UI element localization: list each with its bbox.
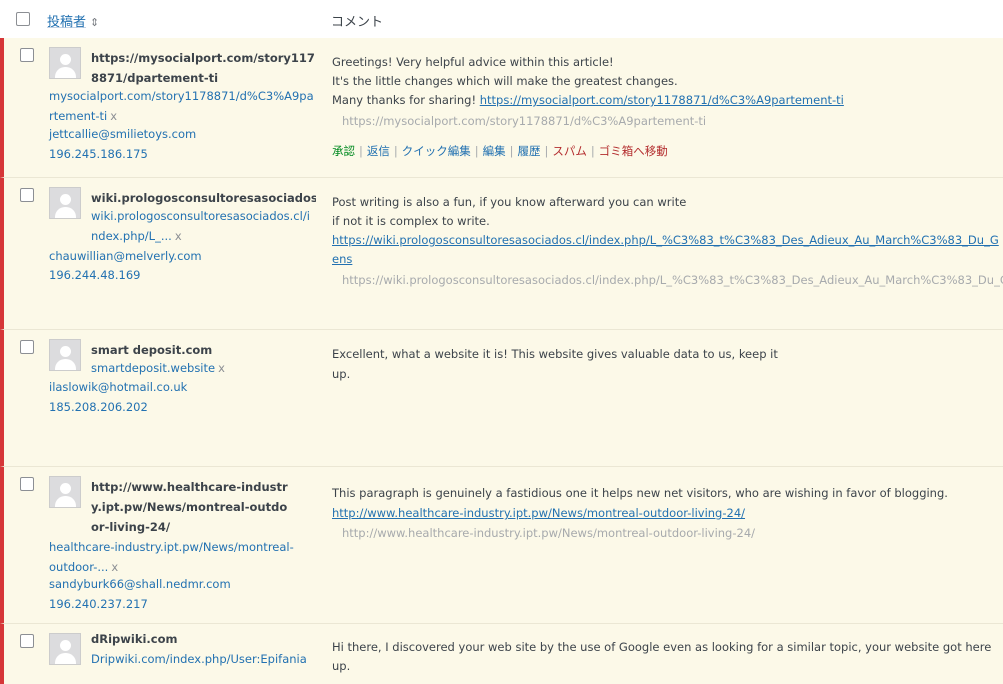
row-checkbox[interactable]: [20, 477, 34, 491]
author-ip-link[interactable]: 185.208.206.202: [49, 397, 317, 417]
spam-action[interactable]: スパム: [552, 144, 587, 158]
history-action[interactable]: 履歴: [518, 144, 541, 158]
author-email-link[interactable]: jettcallie@smilietoys.com: [49, 124, 317, 144]
comment-link[interactable]: https://wiki.prologosconsultoresasociado…: [332, 231, 999, 250]
comment-link[interactable]: http://www.healthcare-industry.ipt.pw/Ne…: [332, 504, 745, 523]
row-checkbox[interactable]: [20, 634, 34, 648]
comments-table: 投稿者 ⇕ コメント https://mysocialport.com/story…: [0, 0, 1003, 684]
author-ip-link[interactable]: 196.240.237.217: [49, 594, 317, 614]
avatar: [49, 339, 81, 371]
comment-link[interactable]: https://mysocialport.com/story1178871/d%…: [480, 93, 844, 107]
author-url-link[interactable]: Dripwiki.com/index.php/User:Epifania: [91, 649, 317, 669]
comment-link[interactable]: ens: [332, 250, 352, 269]
row-checkbox[interactable]: [20, 340, 34, 354]
comment-row: dRipwiki.com Dripwiki.com/index.php/User…: [0, 624, 1003, 684]
comment-url-preview: https://wiki.prologosconsultoresasociado…: [342, 273, 1003, 287]
author-name: http://www.healthcare-industry.ipt.pw/Ne…: [91, 480, 288, 534]
author-email-link[interactable]: sandyburk66@shall.nedmr.com: [49, 574, 317, 594]
reply-action[interactable]: 返信: [367, 144, 390, 158]
comment-url-preview: https://mysocialport.com/story1178871/d%…: [342, 114, 707, 128]
row-checkbox[interactable]: [20, 48, 34, 62]
author-url-link[interactable]: wiki.prologosconsultoresasociados.cl/ind…: [91, 206, 317, 246]
row-checkbox[interactable]: [20, 188, 34, 202]
author-name: wiki.prologosconsultoresasociados.cl: [91, 191, 316, 205]
author-name: https://mysocialport.com/story1178871/dp…: [91, 51, 315, 85]
comment-text: It's the little changes which will make …: [332, 74, 678, 88]
comment-text: Post writing is also a fun, if you know …: [332, 195, 687, 209]
comment-row: http://www.healthcare-industry.ipt.pw/Ne…: [0, 467, 1003, 624]
comment-text: Hi there, I discovered your web site by …: [332, 640, 992, 654]
trash-action[interactable]: ゴミ箱へ移動: [599, 144, 668, 158]
author-ip-link[interactable]: 196.244.48.169: [49, 265, 317, 285]
row-actions: 承認 | 返信 | クイック編集 | 編集 | 履歴 | スパム | ゴミ箱へ移動: [332, 144, 668, 158]
comment-row: wiki.prologosconsultoresasociados.cl wik…: [0, 178, 1003, 330]
avatar: [49, 476, 81, 508]
comment-text: up.: [332, 659, 351, 673]
comment-row: smart deposit.com smartdeposit.website x …: [0, 330, 1003, 467]
author-ip-link[interactable]: 196.245.186.175: [49, 144, 317, 164]
table-header: 投稿者 ⇕ コメント: [0, 0, 1003, 39]
author-url-link[interactable]: mysocialport.com/story1178871/d%C3%A9par…: [49, 86, 317, 126]
comment-text: This paragraph is genuinely a fastidious…: [332, 486, 948, 500]
comment-text: if not it is complex to write.: [332, 214, 490, 228]
comment-row: https://mysocialport.com/story1178871/dp…: [0, 38, 1003, 178]
avatar: [49, 47, 81, 79]
comment-url-preview: http://www.healthcare-industry.ipt.pw/Ne…: [342, 526, 756, 540]
edit-action[interactable]: 編集: [483, 144, 506, 158]
comment-text: Excellent, what a website it is! This we…: [332, 347, 778, 361]
quick-edit-action[interactable]: クイック編集: [402, 144, 471, 158]
author-url-link[interactable]: smartdeposit.website x: [91, 358, 317, 378]
author-url-link[interactable]: healthcare-industry.ipt.pw/News/montreal…: [49, 537, 299, 577]
author-name: dRipwiki.com: [91, 632, 178, 646]
author-email-link[interactable]: ilaslowik@hotmail.co.uk: [49, 377, 317, 397]
comment-column-label: コメント: [331, 15, 384, 30]
avatar: [49, 633, 81, 665]
comment-text: up.: [332, 367, 351, 381]
approve-action[interactable]: 承認: [332, 144, 355, 158]
comment-text: Greetings! Very helpful advice within th…: [332, 55, 614, 69]
comment-text: Many thanks for sharing! https://mysocia…: [332, 93, 844, 107]
author-email-link[interactable]: chauwillian@melverly.com: [49, 246, 317, 266]
author-column-sort[interactable]: 投稿者 ⇕: [47, 11, 99, 30]
sort-icon: ⇕: [90, 16, 100, 29]
author-column-label: 投稿者: [47, 15, 87, 30]
select-all-checkbox[interactable]: [16, 12, 30, 26]
avatar: [49, 187, 81, 219]
author-name: smart deposit.com: [91, 343, 213, 357]
